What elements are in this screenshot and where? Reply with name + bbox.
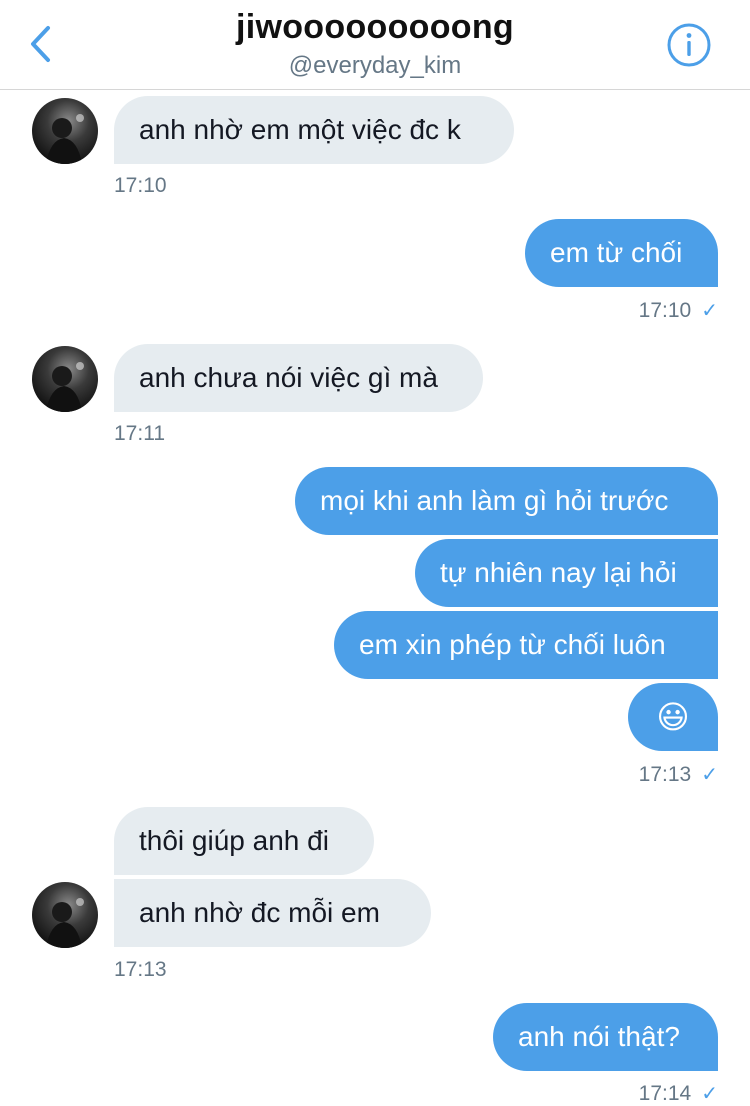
read-check-icon: ✓ — [701, 1083, 718, 1105]
info-button[interactable] — [666, 22, 712, 68]
avatar[interactable] — [32, 98, 98, 164]
read-check-icon: ✓ — [701, 764, 718, 786]
timestamp-text: 17:13 — [638, 763, 692, 786]
message-timestamp: 17:10 ✓ — [560, 298, 718, 323]
conversation-handle: @everyday_kim — [288, 52, 462, 79]
timestamp-text: 17:14 — [638, 1082, 692, 1105]
message-timestamp: 17:11 — [114, 422, 165, 445]
message-bubble-outgoing[interactable]: em xin phép từ chối luôn — [334, 611, 718, 679]
info-icon — [667, 23, 711, 67]
avatar-image — [32, 346, 98, 412]
message-bubble-incoming[interactable]: thôi giúp anh đi — [114, 807, 374, 875]
conversation-header: jiwooooooooong @everyday_kim — [0, 0, 750, 90]
conversation-title: jiwooooooooong — [236, 8, 514, 46]
message-bubble-outgoing[interactable]: mọi khi anh làm gì hỏi trước — [295, 467, 718, 535]
avatar-image — [32, 98, 98, 164]
message-bubble-outgoing-emoji[interactable]: 😃 — [628, 683, 718, 751]
message-timestamp: 17:13 — [114, 958, 167, 981]
message-bubble-incoming[interactable]: anh chưa nói việc gì mà — [114, 344, 483, 412]
message-bubble-outgoing[interactable]: tự nhiên nay lại hỏi — [415, 539, 718, 607]
avatar-image — [32, 882, 98, 948]
message-bubble-outgoing[interactable]: em từ chối — [525, 219, 718, 287]
message-timestamp: 17:10 — [114, 174, 167, 197]
read-check-icon: ✓ — [701, 300, 718, 322]
message-bubble-outgoing[interactable]: anh nói thật? — [493, 1003, 718, 1071]
message-bubble-incoming[interactable]: anh nhờ đc mỗi em — [114, 879, 431, 947]
message-timestamp: 17:14 ✓ — [560, 1081, 718, 1106]
timestamp-text: 17:10 — [638, 299, 692, 322]
message-bubble-incoming[interactable]: anh nhờ em một việc đc k — [114, 96, 514, 164]
avatar[interactable] — [32, 346, 98, 412]
avatar[interactable] — [32, 882, 98, 948]
message-timestamp: 17:13 ✓ — [560, 762, 718, 787]
